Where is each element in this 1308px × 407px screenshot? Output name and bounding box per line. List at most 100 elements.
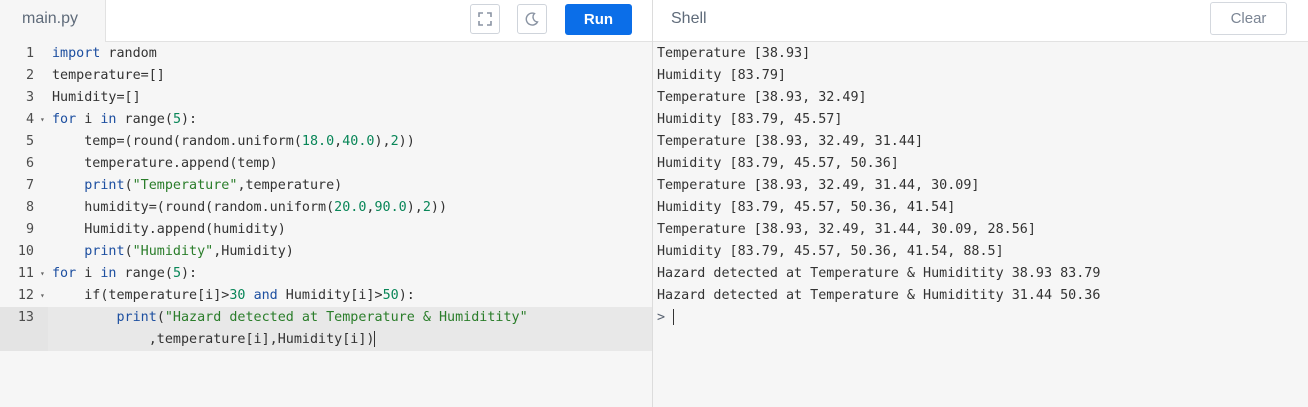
- fold-arrow-icon[interactable]: ▾: [40, 263, 45, 285]
- code-line[interactable]: 1 import random: [0, 43, 652, 65]
- run-button[interactable]: Run: [565, 4, 632, 35]
- line-number: 7: [25, 178, 34, 193]
- code-token: 30: [229, 288, 246, 303]
- moon-icon: [525, 12, 539, 26]
- shell-pane: Shell Clear Temperature [38.93] Humidity …: [652, 0, 1308, 407]
- code-token: (: [124, 178, 133, 193]
- shell-output-line: Temperature [38.93, 32.49, 31.44]: [657, 134, 924, 149]
- editor-toolbar: main.py Run: [0, 0, 652, 42]
- line-gutter: 11 ▾: [0, 263, 48, 285]
- fold-arrow-icon[interactable]: ▾: [40, 109, 45, 131]
- code-token: 50: [382, 288, 399, 303]
- code-line[interactable]: 7 print("Temperature",temperature): [0, 175, 652, 197]
- code-line[interactable]: 5 temp=(round(random.uniform(18.0,40.0),…: [0, 131, 652, 153]
- code-token: if(temperature[i]>: [52, 288, 230, 303]
- code-line[interactable]: 4 ▾ for i in range(5):: [0, 109, 652, 131]
- line-number: 2: [25, 68, 34, 83]
- shell-output-line: Temperature [38.93, 32.49, 31.44, 30.09]: [657, 178, 980, 193]
- shell-output-line: Temperature [38.93, 32.49, 31.44, 30.09,…: [657, 222, 1036, 237]
- shell-prompt[interactable]: >: [657, 307, 1100, 329]
- code-line[interactable]: 2 temperature=[]: [0, 65, 652, 87]
- code-token: 20.0: [334, 200, 367, 215]
- line-gutter: 10: [0, 241, 48, 263]
- line-number: 11: [17, 266, 34, 281]
- code-line[interactable]: 8 humidity=(round(random.uniform(20.0,90…: [0, 197, 652, 219]
- code-token: import: [52, 46, 101, 61]
- shell-output[interactable]: Temperature [38.93] Humidity [83.79] Tempe…: [657, 43, 1100, 329]
- code-editor[interactable]: 1 import random 2 temperature=[] 3 Humidity=[…: [0, 43, 652, 351]
- shell-output-line: Humidity [83.79, 45.57]: [657, 112, 843, 127]
- code-line[interactable]: 9 Humidity.append(humidity): [0, 219, 652, 241]
- line-number: 4: [25, 112, 34, 127]
- code-token: and: [253, 288, 278, 303]
- fullscreen-button[interactable]: [470, 4, 500, 34]
- code-text: Humidity=[]: [52, 87, 141, 109]
- code-token: Humidity.append(humidity): [52, 222, 286, 237]
- shell-output-line: Humidity [83.79, 45.57, 50.36]: [657, 156, 899, 171]
- code-token: ,temperature): [237, 178, 343, 193]
- code-token: 90.0: [374, 200, 407, 215]
- shell-cursor: [673, 309, 675, 325]
- code-line[interactable]: 12 ▾ if(temperature[i]>30 and Humidity[i]…: [0, 285, 652, 307]
- code-text: temp=(round(random.uniform(18.0,40.0),2)…: [52, 131, 415, 153]
- clear-button[interactable]: Clear: [1210, 2, 1287, 35]
- code-token: ,Humidity): [213, 244, 294, 259]
- line-gutter: 6: [0, 153, 48, 175]
- code-line[interactable]: ,temperature[i],Humidity[i]): [0, 329, 652, 351]
- line-number: 12: [17, 288, 34, 303]
- code-token: 5: [172, 112, 181, 127]
- code-line[interactable]: 13 print("Hazard detected at Temperature…: [0, 307, 652, 329]
- line-gutter: 2: [0, 65, 48, 87]
- line-number: 6: [25, 156, 34, 171]
- code-text: humidity=(round(random.uniform(20.0,90.0…: [52, 197, 447, 219]
- code-token: 18.0: [301, 134, 335, 149]
- code-line[interactable]: 6 temperature.append(temp): [0, 153, 652, 175]
- code-token: )): [398, 134, 415, 149]
- code-token: temperature=[]: [52, 68, 165, 83]
- file-tab-main-py[interactable]: main.py: [0, 0, 106, 42]
- code-text: for i in range(5):: [52, 109, 197, 131]
- code-token: temp=(round(random.uniform(: [52, 134, 302, 149]
- fold-arrow-icon[interactable]: ▾: [40, 285, 45, 307]
- code-token: random: [100, 46, 157, 61]
- line-gutter: 4 ▾: [0, 109, 48, 131]
- code-token: (: [156, 310, 165, 325]
- code-token: for: [52, 112, 77, 127]
- code-text: ,temperature[i],Humidity[i]): [52, 329, 376, 351]
- file-tab-label: main.py: [22, 10, 79, 27]
- line-gutter: [0, 329, 48, 351]
- line-gutter: 12 ▾: [0, 285, 48, 307]
- shell-output-line: Hazard detected at Temperature & Humidit…: [657, 288, 1101, 303]
- code-text: if(temperature[i]>30 and Humidity[i]>50)…: [52, 285, 415, 307]
- shell-output-line: Humidity [83.79, 45.57, 50.36, 41.54]: [657, 200, 956, 215]
- line-number: 3: [25, 90, 34, 105]
- line-number: 1: [25, 46, 34, 61]
- line-number: 10: [17, 244, 34, 259]
- code-token: i: [76, 112, 101, 127]
- code-token: Humidity[i]>: [277, 288, 383, 303]
- code-token: print: [116, 310, 157, 325]
- shell-output-line: Humidity [83.79]: [657, 68, 786, 83]
- code-token: ):: [181, 112, 198, 127]
- text-cursor: [374, 331, 376, 347]
- code-text: import random: [52, 43, 157, 65]
- code-token: print: [84, 244, 125, 259]
- code-token: 2: [390, 134, 399, 149]
- code-token: 40.0: [342, 134, 375, 149]
- theme-toggle-button[interactable]: [517, 4, 547, 34]
- code-line[interactable]: 3 Humidity=[]: [0, 87, 652, 109]
- code-token: ):: [181, 266, 198, 281]
- line-gutter: 7: [0, 175, 48, 197]
- shell-toolbar: Shell Clear: [653, 0, 1308, 42]
- editor-pane: main.py Run 1 import random 2 temperature=[…: [0, 0, 652, 407]
- code-line[interactable]: 10 print("Humidity",Humidity): [0, 241, 652, 263]
- code-text: temperature=[]: [52, 65, 165, 87]
- code-token: 5: [172, 266, 181, 281]
- shell-title: Shell: [671, 10, 707, 27]
- code-text: print("Temperature",temperature): [52, 175, 342, 197]
- line-gutter: 1: [0, 43, 48, 65]
- code-line[interactable]: 11 ▾ for i in range(5):: [0, 263, 652, 285]
